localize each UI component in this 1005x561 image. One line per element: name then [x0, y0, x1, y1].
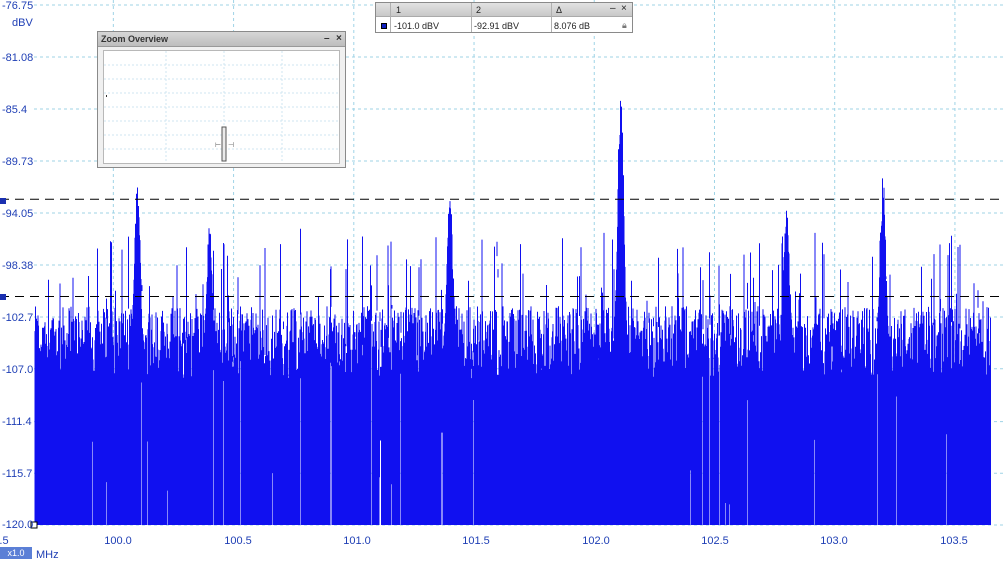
- close-icon[interactable]: ×: [621, 3, 627, 15]
- svg-text:⊣: ⊣: [228, 142, 234, 149]
- ruler-table[interactable]: 1 2 Δ – × -101.0 dBV -92.91 dBV 8.076 dB…: [375, 2, 633, 33]
- x-tick-label: 103.5: [940, 535, 968, 547]
- zoom-level-badge[interactable]: x1.0: [0, 547, 32, 559]
- y-tick-label: -107.0: [2, 364, 34, 376]
- delta-value: 8.076 dB: [554, 21, 591, 31]
- y-tick-label: -85.4: [2, 104, 28, 116]
- ruler-2-handle[interactable]: [0, 294, 6, 300]
- x-tick-label: 102.5: [701, 535, 729, 547]
- ruler-2-header: 2: [476, 5, 482, 15]
- y-tick-label: -94.05: [2, 208, 34, 220]
- minimize-icon[interactable]: –: [610, 3, 616, 15]
- y-tick-label: -81.08: [2, 52, 34, 64]
- trace-color-swatch: [381, 23, 387, 29]
- svg-text:⊢: ⊢: [215, 142, 221, 149]
- ruler-table-row: -101.0 dBV -92.91 dBV 8.076 dB 🔒︎: [376, 17, 632, 33]
- zoom-overview-canvas[interactable]: ⊢ ⊣: [103, 50, 340, 164]
- y-axis-unit: dBV: [12, 17, 33, 29]
- x-tick-label: 101.5: [462, 535, 490, 547]
- ruler-2-value: -92.91 dBV: [474, 21, 520, 31]
- y-tick-label: -76.75: [2, 0, 34, 12]
- zoom-overview-title: Zoom Overview: [101, 34, 169, 44]
- y-tick-label: -115.7: [2, 468, 33, 480]
- ruler-table-header: 1 2 Δ – ×: [376, 3, 632, 17]
- zoom-overview-titlebar[interactable]: Zoom Overview – ×: [98, 32, 345, 47]
- lock-icon[interactable]: 🔒︎: [622, 19, 627, 31]
- y-tick-label: -89.73: [2, 156, 34, 168]
- delta-header: Δ: [556, 5, 563, 15]
- x-axis-unit: MHz: [36, 549, 59, 561]
- zoom-viewport-handle[interactable]: [221, 126, 227, 162]
- close-icon[interactable]: ×: [336, 32, 342, 46]
- ruler-1-header: 1: [396, 5, 402, 15]
- ruler-1-handle[interactable]: [0, 198, 6, 204]
- x-tick-label: 100.0: [104, 535, 132, 547]
- zoom-overview-grid: ⊢ ⊣: [104, 51, 339, 163]
- y-tick-label: -120.0: [2, 519, 34, 531]
- minimize-icon[interactable]: –: [324, 32, 330, 46]
- y-tick-label: -102.7: [2, 312, 34, 324]
- x-tick-label: 102.0: [582, 535, 610, 547]
- x-tick-label: 100.5: [224, 535, 252, 547]
- x-tick-label: 101.0: [343, 535, 371, 547]
- x-tick-label: 103.0: [820, 535, 848, 547]
- x-tick-label: .5: [0, 535, 9, 547]
- y-tick-label: -111.4: [2, 416, 32, 428]
- zoom-overview-window[interactable]: Zoom Overview – × ⊢ ⊣: [97, 31, 346, 168]
- y-tick-label: -98.38: [2, 260, 34, 272]
- ruler-1-value: -101.0 dBV: [394, 21, 440, 31]
